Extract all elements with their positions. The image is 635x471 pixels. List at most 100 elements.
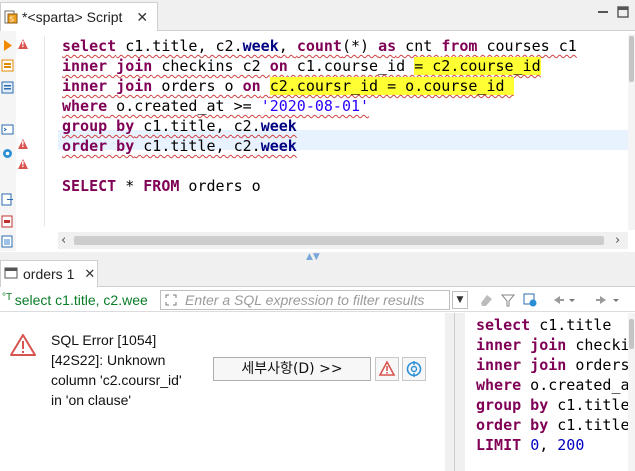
editor-token: select bbox=[62, 37, 117, 55]
results-tab-bar: orders 1 ✕ bbox=[0, 260, 635, 287]
filter-expand-icon[interactable] bbox=[165, 294, 177, 306]
filter-history-dropdown[interactable]: ▼ bbox=[452, 291, 468, 309]
editor-line: order by c1.title, c2.week bbox=[62, 136, 297, 156]
preview-token: 0 bbox=[530, 436, 540, 454]
editor-token: as bbox=[378, 37, 397, 55]
forward-dropdown-icon[interactable] bbox=[612, 292, 628, 308]
scroll-thumb[interactable] bbox=[74, 236, 604, 245]
editor-token bbox=[261, 77, 270, 95]
error-icon bbox=[10, 333, 36, 357]
preview-token: c1.title bbox=[548, 416, 630, 434]
panel-splitter[interactable]: ▲▼ bbox=[0, 252, 635, 262]
editor-line: where o.created_at >= '2020-08-01' bbox=[62, 96, 369, 116]
export-icon[interactable] bbox=[1, 193, 14, 206]
problem-gutter bbox=[16, 31, 32, 231]
back-dropdown-icon[interactable] bbox=[568, 292, 584, 308]
preview-scrollbar[interactable] bbox=[628, 313, 635, 471]
eraser-icon[interactable] bbox=[478, 292, 494, 308]
editor-vertical-scrollbar[interactable] bbox=[628, 34, 635, 230]
preview-token: where bbox=[476, 376, 522, 394]
editor-token: c2.coursr_id = o.course_id bbox=[269, 77, 514, 95]
import-icon[interactable] bbox=[1, 215, 14, 228]
window-controls bbox=[597, 6, 629, 18]
editor-token: group by bbox=[62, 117, 135, 135]
console-icon[interactable] bbox=[1, 123, 14, 136]
warning-icon[interactable] bbox=[18, 139, 28, 149]
editor-token: week bbox=[242, 37, 279, 55]
forward-icon[interactable] bbox=[594, 292, 610, 308]
details-button[interactable]: 세부사항(D) >> bbox=[213, 357, 371, 381]
preview-token: c1.title bbox=[548, 396, 630, 414]
filter-input[interactable] bbox=[185, 292, 447, 308]
editor-token: checkins c2 bbox=[152, 57, 270, 75]
scroll-left-icon[interactable]: ‹ bbox=[61, 233, 66, 248]
svg-text:S: S bbox=[10, 16, 15, 24]
left-toolbar bbox=[0, 31, 16, 251]
editor-token: orders o bbox=[179, 177, 261, 195]
preview-line: group by c1.title bbox=[476, 395, 630, 415]
editor-token: c1.title, c2. bbox=[116, 37, 243, 55]
warning-icon[interactable] bbox=[18, 39, 28, 49]
results-splitter[interactable] bbox=[445, 313, 465, 471]
preview-token bbox=[521, 436, 530, 454]
scroll-thumb[interactable] bbox=[629, 36, 634, 82]
editor-token: , bbox=[278, 37, 297, 55]
data-icon[interactable] bbox=[1, 235, 14, 248]
filter-icon[interactable] bbox=[500, 292, 516, 308]
explain-plan-icon[interactable] bbox=[1, 81, 14, 94]
tab-orders-1[interactable]: orders 1 ✕ bbox=[0, 260, 98, 287]
results-tab-label: orders 1 bbox=[23, 266, 75, 282]
run-icon[interactable] bbox=[1, 39, 14, 52]
preview-line: select c1.title bbox=[476, 315, 611, 335]
execute-script-icon[interactable] bbox=[1, 59, 14, 72]
editor-horizontal-scrollbar[interactable]: ‹ › bbox=[58, 232, 628, 249]
editor-token: count bbox=[296, 37, 342, 55]
tab-sparta-script[interactable]: S *<sparta> Script ✕ bbox=[0, 2, 158, 31]
editor-line: SELECT * FROM orders o bbox=[62, 176, 261, 196]
help-button[interactable] bbox=[402, 357, 426, 381]
preview-token: orders bbox=[566, 356, 630, 374]
editor-token: week bbox=[260, 137, 297, 155]
editor-line: inner join orders o on c2.coursr_id = o.… bbox=[62, 76, 514, 96]
preview-token: order by bbox=[476, 416, 549, 434]
sql-editor[interactable]: select c1.title, c2.week, count(*) as cn… bbox=[58, 34, 628, 234]
editor-token: c1.title, c2. bbox=[134, 117, 261, 135]
filter-settings-icon[interactable] bbox=[522, 292, 538, 308]
sql-preview-panel: select c1.titleinner join checkinsinner … bbox=[465, 313, 635, 471]
editor-token: cnt bbox=[396, 37, 442, 55]
preview-token: inner join bbox=[476, 336, 567, 354]
error-log-button[interactable] bbox=[375, 357, 399, 381]
editor-token: * bbox=[116, 177, 144, 195]
editor-line: inner join checkins c2 on c1.course_id =… bbox=[62, 56, 541, 76]
preview-token: checkins bbox=[575, 336, 635, 354]
editor-token: week bbox=[260, 117, 297, 135]
editor-token: (*) bbox=[341, 37, 379, 55]
script-tab-icon: S bbox=[4, 10, 18, 24]
warning-icon[interactable] bbox=[18, 159, 28, 169]
preview-token: inner join bbox=[476, 356, 567, 374]
filter-row: °T select c1.title, c2.wee ▼ bbox=[0, 288, 635, 312]
query-text[interactable]: °T select c1.title, c2.wee bbox=[2, 292, 154, 308]
editor-token: orders o bbox=[152, 77, 243, 95]
fold-guide bbox=[44, 36, 45, 226]
maximize-icon[interactable] bbox=[617, 6, 629, 18]
results-tab-close-icon[interactable]: ✕ bbox=[84, 266, 95, 282]
tab-close-icon[interactable]: ✕ bbox=[136, 9, 148, 26]
back-icon[interactable] bbox=[550, 292, 566, 308]
editor-token: '2020-08-01' bbox=[260, 97, 370, 115]
editor-token: where bbox=[62, 97, 108, 115]
minimize-icon[interactable] bbox=[597, 6, 609, 18]
editor-token: from bbox=[441, 37, 478, 55]
editor-token: on bbox=[269, 57, 288, 75]
editor-token: o.created_at >= bbox=[107, 97, 261, 115]
editor-tab-bar: S *<sparta> Script ✕ bbox=[0, 0, 635, 31]
editor-token: inner join bbox=[62, 77, 153, 95]
preview-token: select bbox=[476, 316, 531, 334]
settings-icon[interactable] bbox=[1, 147, 14, 160]
tab-title: *<sparta> Script bbox=[22, 9, 123, 25]
editor-token: order by bbox=[62, 137, 135, 155]
editor-token: courses c1 bbox=[477, 37, 577, 55]
scroll-right-icon[interactable]: › bbox=[615, 233, 620, 248]
scroll-thumb[interactable] bbox=[629, 319, 634, 349]
preview-line: order by c1.title bbox=[476, 415, 630, 435]
